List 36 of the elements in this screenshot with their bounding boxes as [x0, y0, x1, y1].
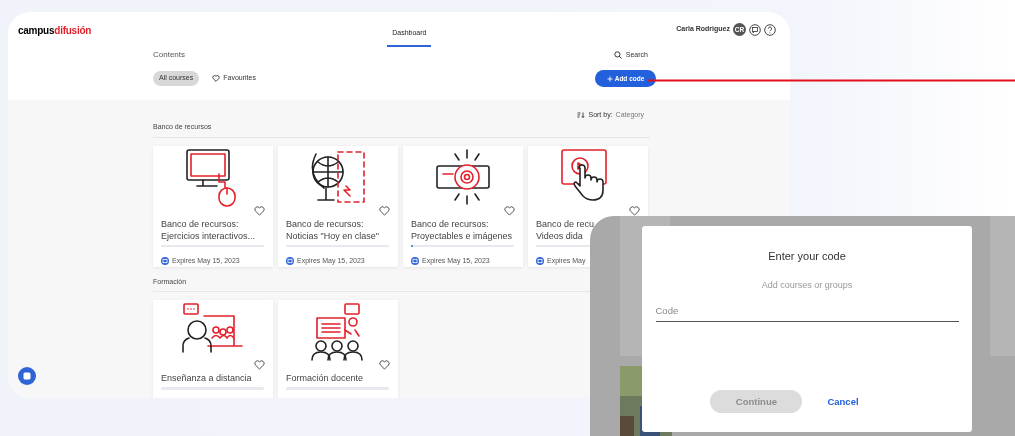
projector-drawing — [433, 147, 493, 208]
sort-icon — [577, 112, 586, 118]
cancel-link[interactable]: Cancel — [827, 394, 859, 409]
course-title: Ejercicios interactivos... — [161, 229, 256, 242]
plus-icon — [606, 75, 613, 82]
heart-icon[interactable] — [254, 360, 265, 370]
calendar-icon — [161, 257, 169, 266]
chat-icon — [23, 372, 31, 380]
chat-icon[interactable] — [749, 23, 761, 36]
course-title: Banco de recursos: — [286, 217, 364, 230]
heart-icon[interactable] — [379, 360, 390, 370]
help-icon[interactable] — [764, 23, 776, 36]
search-icon — [613, 51, 622, 59]
contents-title: Contents — [153, 49, 186, 61]
course-title: Banco de recursos: — [411, 217, 489, 230]
course-title: Videos dida — [536, 229, 583, 242]
calendar-icon — [411, 257, 419, 266]
heart-icon — [212, 75, 221, 82]
heart-icon[interactable] — [379, 205, 390, 216]
course-title: Formación docente — [286, 372, 364, 384]
course-title: Banco de recu — [536, 217, 595, 230]
heart-icon[interactable] — [629, 205, 640, 216]
dialog-subtitle: Add courses or groups — [761, 278, 853, 292]
heart-icon[interactable] — [254, 205, 265, 216]
heart-icon[interactable] — [504, 205, 515, 216]
logo: campusdifusión — [18, 24, 92, 38]
code-field[interactable]: Code — [655, 304, 959, 323]
course-card[interactable]: Formación docente — [278, 300, 398, 398]
course-title: Banco de recursos: — [161, 217, 239, 230]
course-title: Proyectables e imágenes — [411, 229, 513, 242]
dialog-title: Enter your code — [768, 249, 846, 264]
course-card[interactable]: Enseñanza a distancia — [153, 300, 273, 398]
course-title: Noticias "Hoy en clase" — [286, 229, 379, 242]
calendar-icon — [286, 257, 294, 266]
course-title: Enseñanza a distancia — [161, 372, 252, 384]
calendar-icon — [536, 257, 544, 266]
